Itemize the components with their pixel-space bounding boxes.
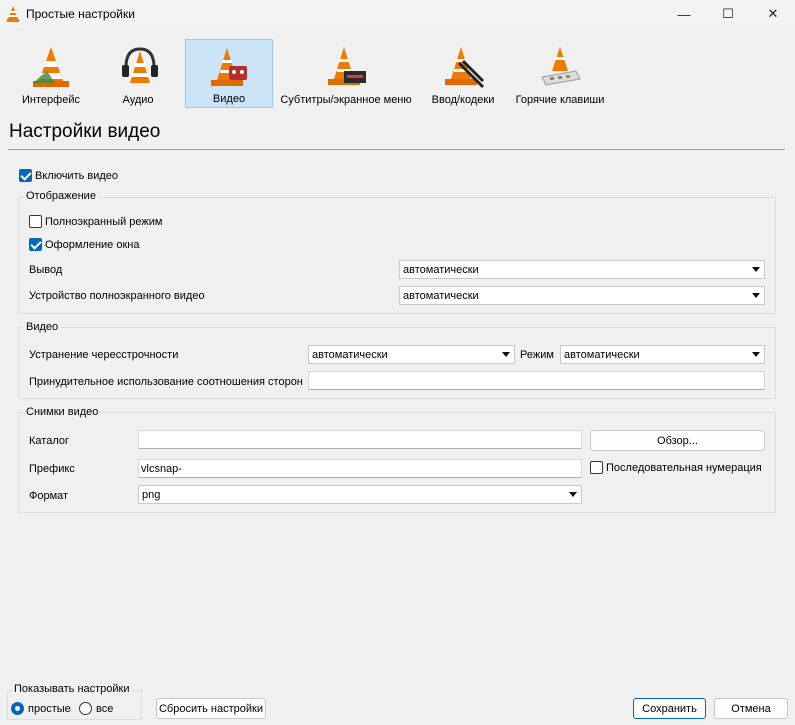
category-codecs[interactable]: Ввод/кодеки (426, 39, 500, 108)
category-video[interactable]: Видео (185, 39, 273, 108)
reset-settings-button[interactable]: Сбросить настройки (156, 698, 266, 719)
format-value: png (142, 489, 161, 501)
aspect-ratio-label: Принудительное использование соотношения… (29, 376, 303, 388)
cone-headphones-icon (122, 47, 158, 83)
output-label: Вывод (29, 264, 63, 276)
window-decorations-label: Оформление окна (45, 239, 140, 251)
mode-label: Режим (520, 349, 554, 361)
simple-settings-label: простые (28, 703, 71, 715)
vlc-cone-icon (7, 6, 19, 22)
cone-hotkeys-icon (541, 47, 581, 86)
category-label: Интерфейс (22, 94, 80, 106)
category-label: Субтитры/экранное меню (280, 94, 412, 106)
cone-subtitles-icon (328, 47, 366, 85)
category-label: Горячие клавиши (515, 94, 605, 106)
fullscreen-device-value: автоматически (403, 290, 479, 302)
prefix-label: Префикс (29, 463, 75, 475)
category-label: Аудио (122, 94, 154, 106)
chevron-down-icon (752, 293, 760, 298)
chevron-down-icon (502, 352, 510, 357)
deinterlace-label: Устранение чересстрочности (29, 349, 179, 361)
all-settings-radio[interactable] (79, 702, 92, 715)
mode-value: автоматически (564, 349, 640, 361)
directory-label: Каталог (29, 435, 69, 447)
show-settings-title: Показывать настройки (12, 683, 132, 695)
category-hotkeys[interactable]: Горячие клавиши (512, 39, 608, 108)
deinterlace-select[interactable]: автоматически (308, 345, 515, 364)
output-select-value: автоматически (403, 264, 479, 276)
display-group-title: Отображение (24, 190, 98, 202)
category-toolbar: Интерфейс Аудио Видео Субтитры/экранное … (8, 38, 795, 110)
output-select[interactable]: автоматически (399, 260, 765, 279)
simple-settings-radio[interactable] (11, 702, 24, 715)
snapshots-group-title: Снимки видео (24, 406, 101, 418)
aspect-ratio-input[interactable] (308, 371, 765, 390)
fullscreen-device-select[interactable]: автоматически (399, 286, 765, 305)
title-bar: Простые настройки — ☐ ✕ (0, 0, 795, 28)
category-audio[interactable]: Аудио (103, 39, 173, 108)
browse-button[interactable]: Обзор... (590, 430, 765, 451)
category-label: Ввод/кодеки (431, 94, 495, 106)
page-title: Настройки видео (9, 121, 161, 142)
sequential-numbering-checkbox[interactable] (590, 461, 603, 474)
maximize-button[interactable]: ☐ (705, 0, 751, 28)
category-interface[interactable]: Интерфейс (11, 39, 91, 108)
all-settings-label: все (96, 703, 114, 715)
category-label: Видео (212, 93, 246, 105)
cancel-button[interactable]: Отмена (714, 698, 788, 719)
mode-select[interactable]: автоматически (560, 345, 765, 364)
window-title: Простые настройки (26, 7, 135, 21)
video-group-title: Видео (24, 321, 61, 333)
format-select[interactable]: png (138, 485, 582, 504)
format-label: Формат (29, 490, 69, 502)
window-decorations-checkbox[interactable] (29, 238, 42, 251)
chevron-down-icon (569, 492, 577, 497)
cone-interface-icon (33, 47, 69, 87)
cone-codecs-icon (445, 47, 485, 89)
enable-video-label: Включить видео (35, 170, 119, 182)
deinterlace-value: автоматически (312, 349, 388, 361)
chevron-down-icon (752, 352, 760, 357)
prefix-input[interactable]: vlcsnap- (138, 459, 582, 478)
fullscreen-checkbox[interactable] (29, 215, 42, 228)
title-divider (8, 149, 785, 150)
cone-video-icon (211, 48, 247, 86)
fullscreen-label: Полноэкранный режим (45, 216, 163, 228)
prefix-value: vlcsnap- (141, 463, 182, 475)
minimize-button[interactable]: — (661, 0, 707, 28)
close-button[interactable]: ✕ (750, 0, 795, 28)
fullscreen-device-label: Устройство полноэкранного видео (29, 290, 205, 302)
category-subtitles[interactable]: Субтитры/экранное меню (278, 39, 414, 108)
directory-input[interactable] (138, 430, 582, 449)
save-button[interactable]: Сохранить (633, 698, 706, 719)
chevron-down-icon (752, 267, 760, 272)
enable-video-checkbox[interactable] (19, 169, 32, 182)
sequential-numbering-label: Последовательная нумерация (606, 462, 762, 474)
